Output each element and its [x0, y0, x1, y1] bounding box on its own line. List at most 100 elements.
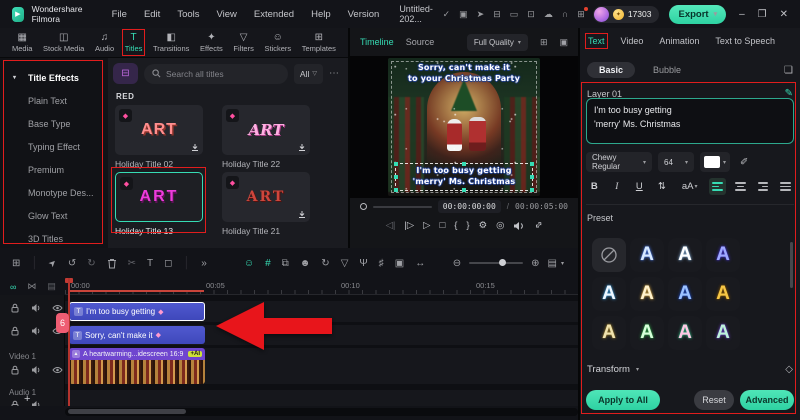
cloud-upload-icon[interactable]: ☁ [544, 9, 553, 20]
mute-speaker-icon[interactable] [31, 303, 41, 313]
check-status-icon[interactable]: ✓ [443, 9, 451, 20]
apply-to-all-button[interactable]: Apply to All [586, 390, 660, 410]
speaker-icon[interactable] [513, 221, 525, 231]
tab-timeline-preview[interactable]: Timeline [360, 37, 394, 47]
tab-transitions[interactable]: ◧ Transitions [153, 32, 189, 53]
playhead[interactable] [68, 278, 70, 406]
auto-ripple-icon[interactable]: ↔ [415, 258, 425, 269]
italic-button[interactable]: I [609, 178, 626, 195]
menu-version[interactable]: Version [348, 9, 380, 20]
preset-tile[interactable]: A [592, 316, 626, 350]
save-preset-icon[interactable]: ❏ [784, 65, 793, 76]
menu-extended[interactable]: Extended [254, 9, 294, 20]
tab-source-preview[interactable]: Source [406, 37, 435, 47]
preset-tile[interactable]: A [668, 277, 702, 311]
playback-settings-icon[interactable]: ⚙ [479, 220, 488, 231]
stop-icon[interactable]: □ [439, 220, 445, 231]
search-bar[interactable] [144, 63, 288, 84]
promote-icon[interactable]: ➤ [477, 9, 485, 20]
menu-help[interactable]: Help [311, 9, 331, 20]
sidebar-item-monotype[interactable]: Monotype Des... [0, 181, 108, 204]
sidebar-item-title-effects[interactable]: ▾ Title Effects [0, 66, 108, 89]
track-view-dropdown[interactable]: ▤ ▾ [548, 258, 564, 269]
preset-none-tile[interactable] [592, 238, 626, 272]
crop-tool-icon[interactable]: ◻ [164, 258, 172, 269]
selection-handle[interactable] [530, 188, 534, 192]
more-tools-chevrons-icon[interactable]: » [201, 258, 207, 269]
overlay-text-top[interactable]: Sorry, can't make it to your Christmas P… [388, 63, 540, 85]
gift-icon[interactable]: ▣ [459, 9, 468, 20]
preset-tile[interactable]: A [668, 238, 702, 272]
sidebar-item-glow-text[interactable]: Glow Text [0, 204, 108, 227]
scrollbar-handle[interactable] [68, 409, 186, 414]
zoom-out-icon[interactable]: ⊖ [453, 258, 461, 269]
menu-file[interactable]: File [112, 9, 127, 20]
export-button[interactable]: Export ▾ [669, 4, 727, 24]
plugin-icon[interactable]: # [265, 258, 271, 269]
next-frame-icon[interactable]: |▷ [404, 220, 414, 231]
split-scissors-icon[interactable]: ✂ [128, 258, 136, 269]
link-clips-icon[interactable]: ∞ [10, 282, 16, 292]
mark-in-icon[interactable]: { [454, 220, 457, 231]
selection-handle[interactable] [394, 188, 398, 192]
text-clip-2[interactable]: T Sorry, can't make it ◆ [69, 326, 205, 344]
timeline-lanes[interactable]: T I'm too busy getting ◆ T Sorry, can't … [65, 295, 578, 406]
eye-icon[interactable] [52, 303, 63, 313]
avatar-presenter-icon[interactable]: ☻ [300, 258, 311, 269]
horizontal-scrollbar[interactable] [65, 408, 578, 416]
display-settings-icon[interactable]: ▣ [559, 37, 568, 48]
add-track-button[interactable]: + [24, 394, 30, 405]
preset-tile[interactable]: A [630, 277, 664, 311]
menu-tools[interactable]: Tools [177, 9, 199, 20]
menu-view[interactable]: View [217, 9, 237, 20]
tab-audio[interactable]: ♫ Audio [95, 32, 114, 53]
keyframe-strip-icon[interactable]: ▤ [47, 281, 56, 292]
title-card-holiday-21[interactable]: ◆ ART Holiday Title 21 [222, 172, 310, 236]
search-input[interactable] [166, 68, 280, 79]
mute-speaker-icon[interactable] [31, 400, 41, 406]
video-frame[interactable]: Sorry, can't make it to your Christmas P… [388, 58, 540, 196]
sidebar-item-plain-text[interactable]: Plain Text [0, 89, 108, 112]
sidebar-item-3d-titles[interactable]: 3D Titles [0, 227, 108, 250]
sidebar-item-premium[interactable]: Premium [0, 158, 108, 181]
subtab-basic[interactable]: Basic [587, 62, 636, 78]
zoom-slider-handle[interactable] [499, 259, 507, 266]
align-right-icon[interactable] [755, 178, 772, 195]
tab-video[interactable]: Video [621, 36, 644, 46]
lock-icon[interactable] [10, 326, 20, 336]
preset-tile[interactable]: A [668, 316, 702, 350]
justify-icon[interactable] [777, 178, 794, 195]
reset-button[interactable]: Reset [694, 390, 734, 410]
pointer-tool-icon[interactable]: ➤ [46, 256, 59, 269]
panel-scrollbar[interactable] [790, 242, 793, 288]
scrubber-track[interactable] [373, 205, 432, 208]
subtab-bubble[interactable]: Bubble [653, 65, 681, 75]
tab-stock-media[interactable]: ◫ Stock Media [43, 32, 84, 53]
menu-edit[interactable]: Edit [144, 9, 160, 20]
selection-handle[interactable] [462, 188, 466, 192]
tab-titles[interactable]: T Titles [121, 28, 146, 56]
text-case-dropdown[interactable]: aA ▾ [676, 178, 703, 195]
title-card-holiday-22[interactable]: ◆ ART Holiday Title 22 [222, 105, 310, 169]
lock-icon[interactable] [10, 400, 20, 406]
microphone-icon[interactable]: Ψ [359, 258, 367, 269]
title-text-input[interactable]: I'm too busy getting 'merry' Ms. Christm… [586, 98, 794, 144]
mute-speaker-icon[interactable] [31, 365, 41, 375]
play-icon[interactable]: ▷ [423, 220, 430, 231]
preset-tile[interactable]: A [630, 316, 664, 350]
more-options-icon[interactable]: ⋯ [329, 68, 340, 79]
text-clip-1[interactable]: T I'm too busy getting ◆ [69, 302, 205, 321]
undo-icon[interactable]: ↺ [68, 258, 76, 269]
tab-media[interactable]: ▦ Media [12, 32, 32, 53]
laptop-icon[interactable]: ▭ [510, 9, 519, 20]
tab-templates[interactable]: ⊞ Templates [302, 32, 336, 53]
filter-all-dropdown[interactable]: All ▽ [293, 63, 323, 84]
save-icon[interactable]: ⊡ [527, 9, 535, 20]
device-switch-icon[interactable]: ⊟ [493, 9, 501, 20]
selection-handle[interactable] [394, 162, 398, 167]
storyboard-icon[interactable]: ⧉ [282, 258, 289, 269]
title-card-holiday-02[interactable]: ◆ ART Holiday Title 02 [115, 105, 203, 169]
font-family-dropdown[interactable]: Chewy Regular ▾ [586, 152, 652, 172]
support-icon[interactable]: ∩ [562, 9, 568, 19]
avatar[interactable] [593, 6, 609, 22]
